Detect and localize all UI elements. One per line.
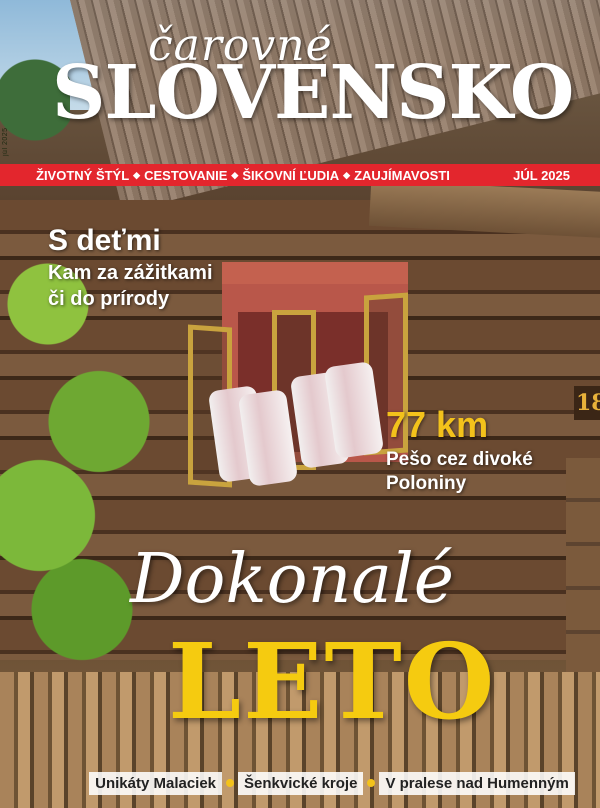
hike-story-line: Poloniny — [386, 473, 467, 494]
category-label: ŠIKOVNÍ ĽUDIA — [242, 167, 340, 183]
diamond-icon: ◆ — [231, 169, 239, 180]
kids-story-title: S deťmi — [48, 224, 161, 257]
footer-teaser: V pralese nad Humenným — [379, 771, 575, 795]
footer-teaser: Šenkvické kroje — [238, 771, 364, 795]
dot-separator-icon — [367, 779, 376, 787]
diamond-icon: ◆ — [133, 169, 141, 180]
category-label: ŽIVOTNÝ ŠTÝL — [36, 167, 130, 183]
house-number-plate: 18 — [574, 386, 600, 420]
kids-story-line: či do prírody — [48, 288, 170, 310]
footer-teasers: Unikáty Malaciek Šenkvické kroje V prale… — [82, 766, 582, 800]
hike-story-subtitle: Pešo cez divoké Poloniny — [386, 448, 533, 496]
headline-script: Dokonalé — [130, 540, 454, 619]
dot-separator-icon — [226, 779, 235, 787]
category-strip: ŽIVOTNÝ ŠTÝL ◆ CESTOVANIE ◆ ŠIKOVNÍ ĽUDI… — [0, 164, 600, 186]
diamond-icon: ◆ — [343, 169, 351, 180]
kids-story-line: Kam za zážitkami — [48, 262, 213, 284]
kids-story-subtitle: Kam za zážitkami či do prírody — [48, 260, 213, 312]
headline-main: LETO — [168, 620, 497, 743]
footer-teaser: Unikáty Malaciek — [89, 771, 223, 795]
masthead-title: SLOVENSKO — [52, 50, 574, 136]
issue-date: JÚL 2025 — [513, 167, 570, 183]
hike-story-line: Pešo cez divoké — [386, 449, 533, 470]
hike-story-title: 77 km — [386, 404, 489, 445]
magazine-cover: 18 júl 2025 čarovné SLOVENSKO ŽIVOTNÝ ŠT… — [0, 0, 600, 808]
issue-spine-label: júl 2025 — [2, 127, 9, 156]
category-label: CESTOVANIE — [144, 167, 228, 183]
category-label: ZAUJÍMAVOSTI — [354, 167, 450, 183]
